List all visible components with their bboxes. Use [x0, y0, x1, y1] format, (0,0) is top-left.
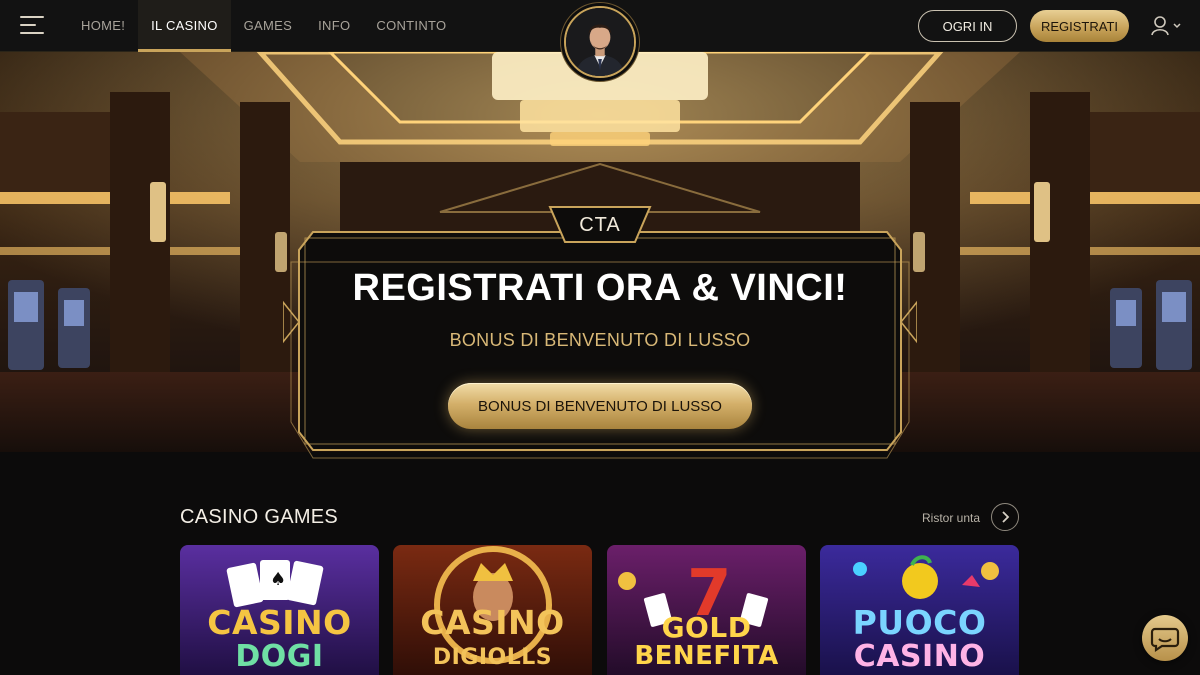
section-title: CASINO GAMES	[180, 506, 339, 528]
game-card-gold-benefita[interactable]: 7 GOLD BENEFITA	[607, 545, 806, 675]
card-title-line1: PUOCO	[852, 603, 987, 642]
card-title-line2: CASINO	[853, 639, 986, 674]
chevron-right-icon	[1002, 511, 1010, 523]
card-title-line2: BENEFITA	[634, 641, 779, 671]
login-button[interactable]: OGRI IN	[918, 10, 1017, 42]
cta-tag: CTA	[579, 214, 621, 236]
game-card-casino-digiolls[interactable]: CASINO DIGIOLLS	[393, 545, 592, 675]
nav-link-home[interactable]: HOME!	[68, 0, 138, 52]
card-title-line1: CASINO	[420, 603, 565, 642]
cta-title: REGISTRATI ORA & VINCI!	[352, 267, 848, 309]
chevron-down-icon	[1173, 23, 1181, 29]
card-title-line1: CASINO	[207, 603, 352, 642]
hero-banner: CTA REGISTRATI ORA & VINCI! BONUS DI BEN…	[0, 52, 1200, 472]
chat-bubble-icon	[1150, 627, 1180, 653]
see-all-link[interactable]: Ristor unta	[922, 511, 980, 525]
hamburger-icon[interactable]	[20, 16, 44, 36]
user-menu[interactable]	[1150, 14, 1184, 38]
card-title-line2: DIGIOLLS	[432, 645, 553, 670]
svg-text:♠: ♠	[270, 569, 286, 590]
register-button[interactable]: REGISTRATI	[1030, 10, 1129, 42]
cta-subtitle: BONUS DI BENVENUTO DI LUSSO	[449, 330, 751, 350]
cta-panel: CTA REGISTRATI ORA & VINCI! BONUS DI BEN…	[283, 202, 917, 462]
nav-link-info[interactable]: INFO	[305, 0, 363, 52]
nav-link-games[interactable]: GAMES	[231, 0, 305, 52]
chat-button[interactable]	[1142, 615, 1188, 661]
welcome-bonus-button[interactable]: BONUS DI BENVENUTO DI LUSSO	[448, 383, 752, 429]
next-arrow-button[interactable]	[991, 503, 1019, 531]
host-avatar[interactable]	[564, 6, 636, 78]
game-card-puoco-casino[interactable]: PUOCO CASINO	[820, 545, 1019, 675]
nav-link-continto[interactable]: CONTINTO	[363, 0, 459, 52]
card-title-line2: DOGI	[235, 639, 324, 674]
card-title-line1: GOLD	[661, 611, 752, 644]
game-card-casino-dogi[interactable]: ♠ CASINO DOGI	[180, 545, 379, 675]
nav-link-il-casino[interactable]: IL CASINO	[138, 0, 231, 52]
user-icon	[1151, 16, 1181, 36]
nav-links: HOME! IL CASINO GAMES INFO CONTINTO	[68, 0, 459, 52]
